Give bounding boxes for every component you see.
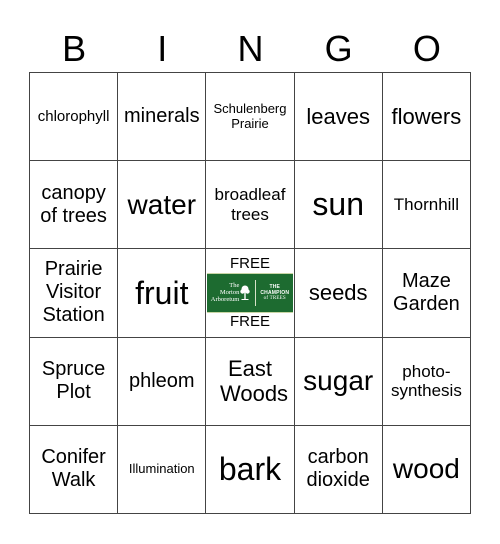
cell-text: East Woods [219, 355, 289, 407]
cell-text: sugar [303, 365, 374, 397]
bingo-cell[interactable]: photo-synthesis [382, 337, 471, 426]
cell-text: seeds [308, 280, 368, 306]
bingo-board: chlorophyll minerals Schulenberg Prairie… [29, 72, 471, 514]
cell-text: bark [218, 450, 282, 487]
free-space-cell[interactable]: FREE The Morton Arboretum THE CHAMPION o… [206, 249, 295, 338]
bingo-header: B I N G O [30, 26, 471, 72]
bingo-cell[interactable]: broadleaf trees [206, 161, 295, 250]
free-label-bottom: FREE [229, 312, 270, 330]
bingo-cell[interactable]: minerals [118, 73, 207, 162]
logo-tagline-line3: of TREES [263, 295, 286, 301]
bingo-cell[interactable]: fruit [118, 249, 207, 338]
cell-text: wood [392, 453, 460, 485]
logo-org-line2: Morton [219, 289, 240, 297]
bingo-cell[interactable]: seeds [294, 249, 383, 338]
bingo-cell[interactable]: water [118, 161, 207, 250]
bingo-cell[interactable]: Thornhill [382, 161, 471, 250]
logo-org-name: The Morton Arboretum [211, 282, 252, 303]
bingo-cell[interactable]: East Woods [206, 337, 295, 426]
tree-icon [240, 285, 251, 300]
cell-text: broadleaf trees [214, 185, 286, 224]
logo-org-line1: The [229, 282, 240, 290]
header-letter-g: G [324, 28, 353, 69]
bingo-cell[interactable]: bark [206, 425, 295, 514]
cell-text: minerals [124, 105, 200, 128]
logo-divider [255, 279, 257, 306]
bingo-cell[interactable]: Prairie Visitor Station [30, 249, 119, 338]
cell-text: Schulenberg Prairie [213, 100, 287, 131]
bingo-cell[interactable]: Spruce Plot [30, 337, 119, 426]
cell-text: Thornhill [393, 195, 459, 215]
bingo-cell[interactable]: Maze Garden [382, 249, 471, 338]
cell-text: Prairie Visitor Station [42, 258, 105, 327]
cell-text: Maze Garden [393, 269, 460, 315]
cell-text: sun [312, 186, 364, 223]
bingo-cell[interactable]: chlorophyll [30, 73, 119, 162]
cell-text: Illumination [128, 460, 195, 476]
bingo-cell[interactable]: phleom [118, 337, 207, 426]
bingo-cell[interactable]: sugar [294, 337, 383, 426]
header-letter-n: N [237, 28, 264, 69]
logo-org-line3: Arboretum [210, 296, 240, 304]
cell-text: leaves [306, 103, 370, 129]
cell-text: Spruce Plot [41, 358, 106, 404]
morton-arboretum-logo: The Morton Arboretum THE CHAMPION of TRE… [206, 272, 293, 313]
bingo-cell[interactable]: Conifer Walk [30, 425, 119, 514]
cell-text: photo-synthesis [390, 361, 462, 401]
free-label-top: FREE [229, 254, 270, 272]
cell-text: canopy of trees [40, 181, 107, 227]
cell-text: chlorophyll [37, 107, 110, 125]
bingo-cell[interactable]: flowers [382, 73, 471, 162]
cell-text: phleom [128, 369, 195, 392]
bingo-cell[interactable]: wood [382, 425, 471, 514]
header-letter-i: I [157, 28, 168, 69]
header-letter-o: O [412, 28, 441, 69]
logo-tagline: THE CHAMPION of TREES [260, 284, 289, 302]
bingo-cell[interactable]: Illumination [118, 425, 207, 514]
cell-text: Conifer Walk [41, 446, 106, 492]
cell-text: water [127, 188, 197, 220]
cell-text: flowers [391, 103, 462, 129]
cell-text: fruit [135, 274, 189, 311]
cell-text: carbon dioxide [306, 446, 370, 492]
bingo-cell[interactable]: carbon dioxide [294, 425, 383, 514]
bingo-cell[interactable]: Schulenberg Prairie [206, 73, 295, 162]
bingo-cell[interactable]: leaves [294, 73, 383, 162]
bingo-cell[interactable]: sun [294, 161, 383, 250]
header-letter-b: B [62, 28, 87, 69]
bingo-cell[interactable]: canopy of trees [30, 161, 119, 250]
